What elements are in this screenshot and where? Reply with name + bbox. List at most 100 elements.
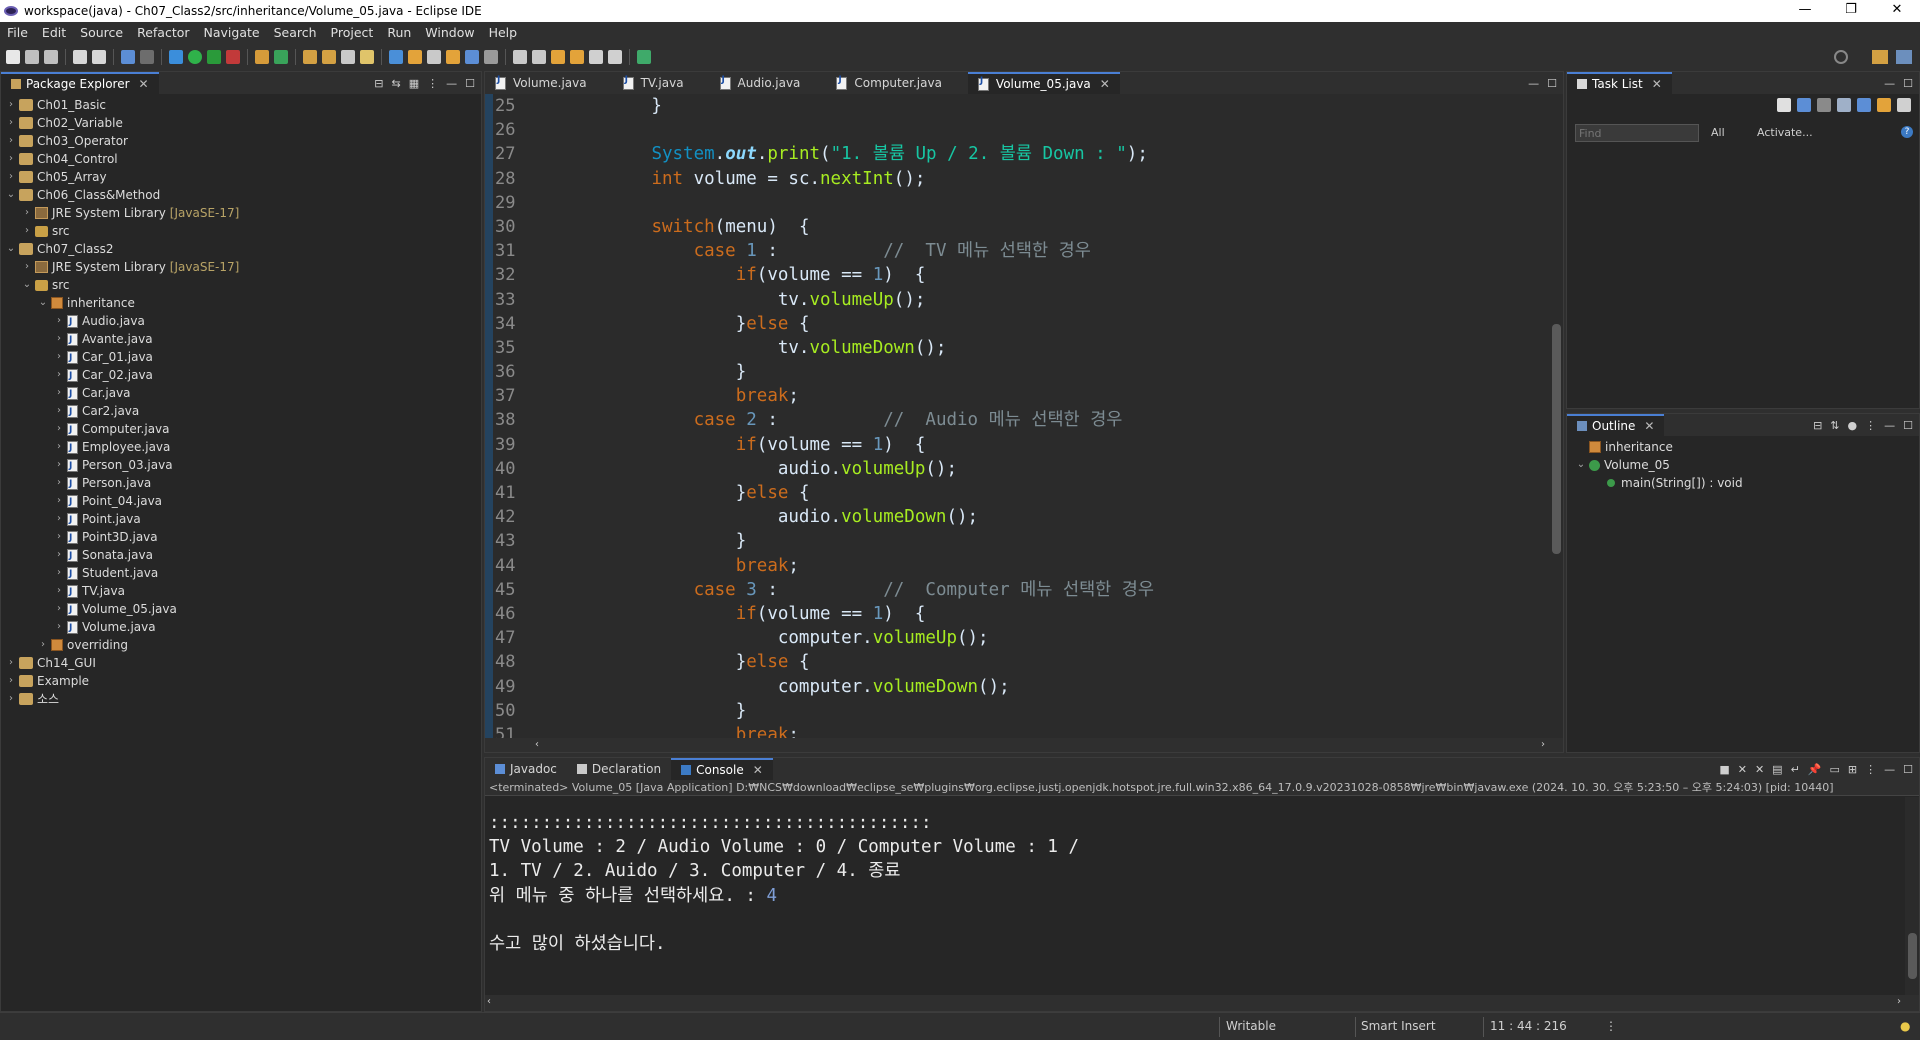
menu-navigate[interactable]: Navigate	[197, 25, 267, 40]
menu-window[interactable]: Window	[418, 25, 481, 40]
expand-tasks-icon[interactable]	[1897, 98, 1911, 112]
last-edit-icon[interactable]	[446, 50, 460, 64]
debug-icon[interactable]	[169, 50, 183, 64]
coverage-icon[interactable]	[207, 50, 221, 64]
chevron-right-icon[interactable]: ›	[53, 582, 65, 600]
scroll-right-icon[interactable]: ›	[1897, 996, 1901, 1007]
external-tools-icon[interactable]	[226, 50, 240, 64]
chevron-right-icon[interactable]: ›	[53, 528, 65, 546]
status-menu-icon[interactable]: ⋮	[1605, 1019, 1617, 1033]
console-horizontal-scrollbar[interactable]: ‹ ›	[485, 995, 1919, 1011]
view-menu-icon[interactable]: ⋮	[1865, 763, 1876, 776]
forward-icon[interactable]	[608, 50, 622, 64]
menu-help[interactable]: Help	[482, 25, 525, 40]
insert-mode-status[interactable]: Smart Insert	[1361, 1019, 1436, 1033]
code-line[interactable]: }else {	[525, 481, 1549, 505]
tree-item[interactable]: › Volume_05.java	[1, 600, 481, 619]
terminate-icon[interactable]: ■	[1719, 763, 1729, 776]
chevron-right-icon[interactable]: ›	[5, 150, 17, 168]
remove-all-terminated-icon[interactable]: ✕	[1755, 763, 1764, 776]
collapse-tasks-icon[interactable]	[1857, 98, 1871, 112]
cursor-position-status[interactable]: 11 : 44 : 216	[1490, 1019, 1567, 1033]
search-icon[interactable]	[1834, 50, 1848, 64]
code-line[interactable]: break;	[525, 384, 1549, 408]
code-line[interactable]: if(volume == 1) {	[525, 263, 1549, 287]
chevron-right-icon[interactable]: ›	[53, 384, 65, 402]
code-text[interactable]: } System.out.print("1. 볼륨 Up / 2. 볼륨 Dow…	[525, 94, 1549, 738]
collapse-all-icon[interactable]: ⊟	[374, 77, 383, 90]
scrollbar-thumb[interactable]	[1552, 324, 1561, 554]
chevron-right-icon[interactable]: ›	[21, 258, 33, 276]
hide-fields-icon[interactable]: ●	[1848, 419, 1858, 432]
chevron-down-icon[interactable]: ⌄	[37, 294, 49, 312]
tree-item[interactable]: › Car2.java	[1, 402, 481, 421]
code-line[interactable]: break;	[525, 723, 1549, 738]
tree-item[interactable]: › Point.java	[1, 510, 481, 529]
outline-item[interactable]: ⌄ Volume_05	[1575, 456, 1919, 474]
forward-arrow-icon[interactable]	[570, 50, 584, 64]
back-arrow-icon[interactable]	[551, 50, 565, 64]
menu-file[interactable]: File	[0, 25, 35, 40]
filter-icon[interactable]: ▦	[409, 77, 419, 90]
task-find-input[interactable]	[1575, 124, 1699, 142]
outline-item[interactable]: inheritance	[1575, 438, 1919, 456]
redo-icon[interactable]	[92, 50, 106, 64]
tree-item[interactable]: › src	[1, 222, 481, 240]
maximize-view-icon[interactable]: ☐	[1903, 763, 1913, 776]
tree-item[interactable]: ⌄ inheritance	[1, 294, 481, 312]
close-window-button[interactable]: ✕	[1874, 0, 1920, 22]
code-line[interactable]	[525, 118, 1549, 142]
tree-item[interactable]: ⌄ Ch06_Class&Method	[1, 186, 481, 204]
tree-item[interactable]: › Ch05_Array	[1, 168, 481, 186]
chevron-right-icon[interactable]: ›	[21, 204, 33, 222]
tree-item[interactable]: › Student.java	[1, 564, 481, 583]
chevron-right-icon[interactable]: ›	[53, 564, 65, 582]
code-line[interactable]: }else {	[525, 650, 1549, 674]
chevron-right-icon[interactable]: ›	[53, 492, 65, 510]
code-line[interactable]: switch(menu) {	[525, 215, 1549, 239]
code-line[interactable]: }else {	[525, 312, 1549, 336]
tab-declaration[interactable]: Declaration	[567, 758, 671, 780]
chevron-right-icon[interactable]: ›	[53, 600, 65, 618]
display-console-icon[interactable]: ▭	[1830, 763, 1840, 776]
menu-project[interactable]: Project	[324, 25, 381, 40]
search-tool-icon[interactable]	[341, 50, 355, 64]
scroll-right-icon[interactable]: ›	[1541, 739, 1545, 750]
next-annotation-icon[interactable]	[389, 50, 403, 64]
tree-item[interactable]: › overriding	[1, 636, 481, 654]
chevron-right-icon[interactable]: ›	[37, 636, 49, 654]
code-line[interactable]: computer.volumeDown();	[525, 675, 1549, 699]
chevron-down-icon[interactable]: ⌄	[5, 240, 17, 258]
code-editor[interactable]: 25 26 27 28 29 30 31 32 33 34 35 36 37 38 39 40 41 42 43 44…	[485, 94, 1563, 738]
tree-item[interactable]: › Audio.java	[1, 312, 481, 331]
tree-item[interactable]: › Ch02_Variable	[1, 114, 481, 132]
chevron-down-icon[interactable]: ⌄	[5, 186, 17, 204]
maximize-view-icon[interactable]: ☐	[1903, 419, 1913, 432]
tree-item[interactable]: › Computer.java	[1, 420, 481, 439]
tree-item[interactable]: › Person_03.java	[1, 456, 481, 475]
code-line[interactable]: }	[525, 360, 1549, 384]
back-icon[interactable]	[589, 50, 603, 64]
tree-item[interactable]: › TV.java	[1, 582, 481, 601]
new-class-icon[interactable]	[274, 50, 288, 64]
chevron-right-icon[interactable]: ›	[5, 114, 17, 132]
tab-console[interactable]: Console ✕	[671, 758, 773, 780]
chevron-right-icon[interactable]: ›	[5, 132, 17, 150]
scroll-left-icon[interactable]: ‹	[487, 996, 491, 1007]
code-line[interactable]: System.out.print("1. 볼륨 Up / 2. 볼륨 Down …	[525, 142, 1549, 166]
pin-console-icon[interactable]: 📌	[1808, 763, 1822, 776]
tree-item[interactable]: › Ch01_Basic	[1, 96, 481, 114]
tab-package-explorer[interactable]: Package Explorer ✕	[1, 72, 159, 94]
minimize-view-icon[interactable]: —	[1884, 419, 1895, 432]
code-line[interactable]	[525, 191, 1549, 215]
chevron-right-icon[interactable]: ›	[5, 654, 17, 672]
code-line[interactable]: }	[525, 699, 1549, 723]
chevron-right-icon[interactable]: ›	[21, 222, 33, 240]
editor-horizontal-scrollbar[interactable]: ‹ ›	[485, 738, 1563, 752]
code-line[interactable]: case 1 : // TV 메뉴 선택한 경우	[525, 239, 1549, 263]
close-icon[interactable]: ✕	[1644, 419, 1654, 433]
chevron-right-icon[interactable]: ›	[53, 330, 65, 348]
focus-icon[interactable]	[1837, 98, 1851, 112]
menu-search[interactable]: Search	[267, 25, 324, 40]
chevron-right-icon[interactable]: ›	[53, 438, 65, 456]
